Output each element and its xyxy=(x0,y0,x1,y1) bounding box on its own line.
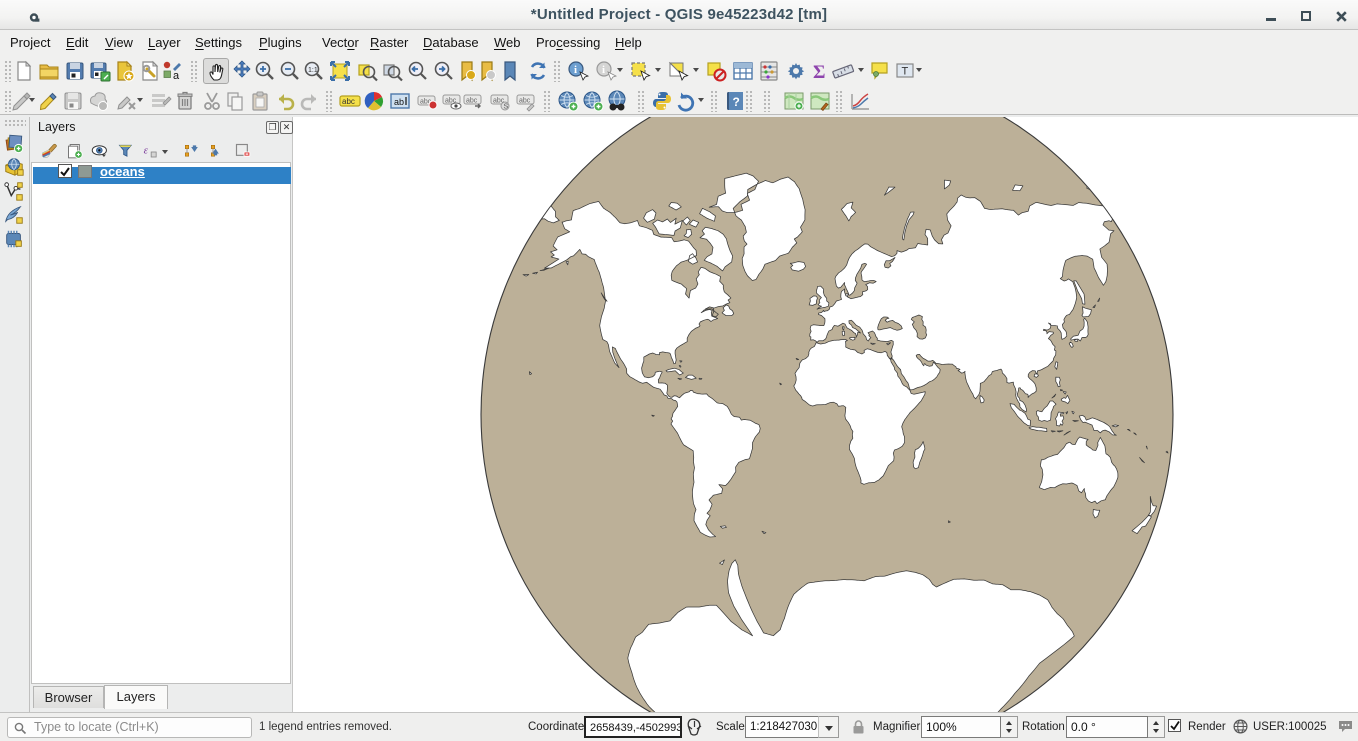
svg-text:?: ? xyxy=(733,95,740,109)
svg-text:1:1: 1:1 xyxy=(308,67,318,74)
svg-text:abc: abc xyxy=(519,98,531,105)
svg-text:i: i xyxy=(574,64,577,76)
svg-text:Σ: Σ xyxy=(813,62,825,83)
svg-text:i: i xyxy=(602,64,605,76)
svg-text:abc: abc xyxy=(466,98,478,105)
svg-text:abc: abc xyxy=(342,97,355,106)
svg-text:T: T xyxy=(902,66,909,78)
svg-text:ε: ε xyxy=(144,145,149,157)
svg-text:a: a xyxy=(173,70,180,82)
svg-text:ab: ab xyxy=(394,97,404,107)
svg-text:S: S xyxy=(504,104,509,111)
